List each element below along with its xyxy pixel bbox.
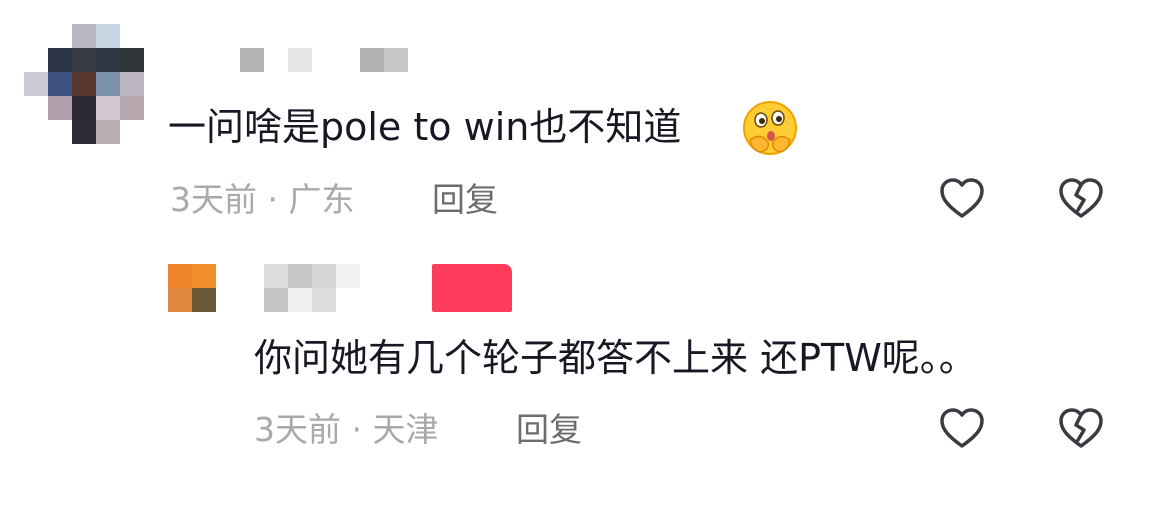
comment-body: 一问啥是pole to win也不知道	[168, 105, 682, 149]
avatar[interactable]	[24, 24, 144, 144]
like-button[interactable]	[936, 403, 988, 455]
timestamp: 3天前	[254, 410, 341, 449]
reply-button[interactable]: 回复	[432, 180, 498, 220]
comment-text: 一问啥是pole to win也不知道	[168, 102, 681, 152]
broken-heart-icon	[1059, 178, 1103, 218]
meta-separator: ·	[267, 180, 279, 219]
dislike-button[interactable]	[1055, 403, 1107, 455]
heart-outline-icon	[940, 178, 984, 218]
comment-body: 你问她有几个轮子都答不上来 还PTW呢。。	[254, 336, 977, 380]
username-redacted[interactable]	[240, 48, 410, 72]
comment-meta: 3天前 · 广东	[170, 180, 355, 220]
like-button[interactable]	[936, 173, 988, 225]
reply-button[interactable]: 回复	[516, 410, 582, 450]
location: 广东	[288, 180, 355, 219]
comment-text: 你问她有几个轮子都答不上来 还PTW呢。。	[254, 333, 977, 383]
avatar[interactable]	[168, 264, 216, 312]
thinking-kiss-emoji-icon	[740, 98, 800, 158]
meta-separator: ·	[351, 410, 363, 449]
timestamp: 3天前	[170, 180, 257, 219]
author-tag	[432, 264, 512, 312]
location: 天津	[372, 410, 439, 449]
username-redacted[interactable]	[264, 264, 364, 312]
dislike-button[interactable]	[1055, 173, 1107, 225]
heart-outline-icon	[940, 408, 984, 448]
comment-meta: 3天前 · 天津	[254, 410, 439, 450]
broken-heart-icon	[1059, 408, 1103, 448]
